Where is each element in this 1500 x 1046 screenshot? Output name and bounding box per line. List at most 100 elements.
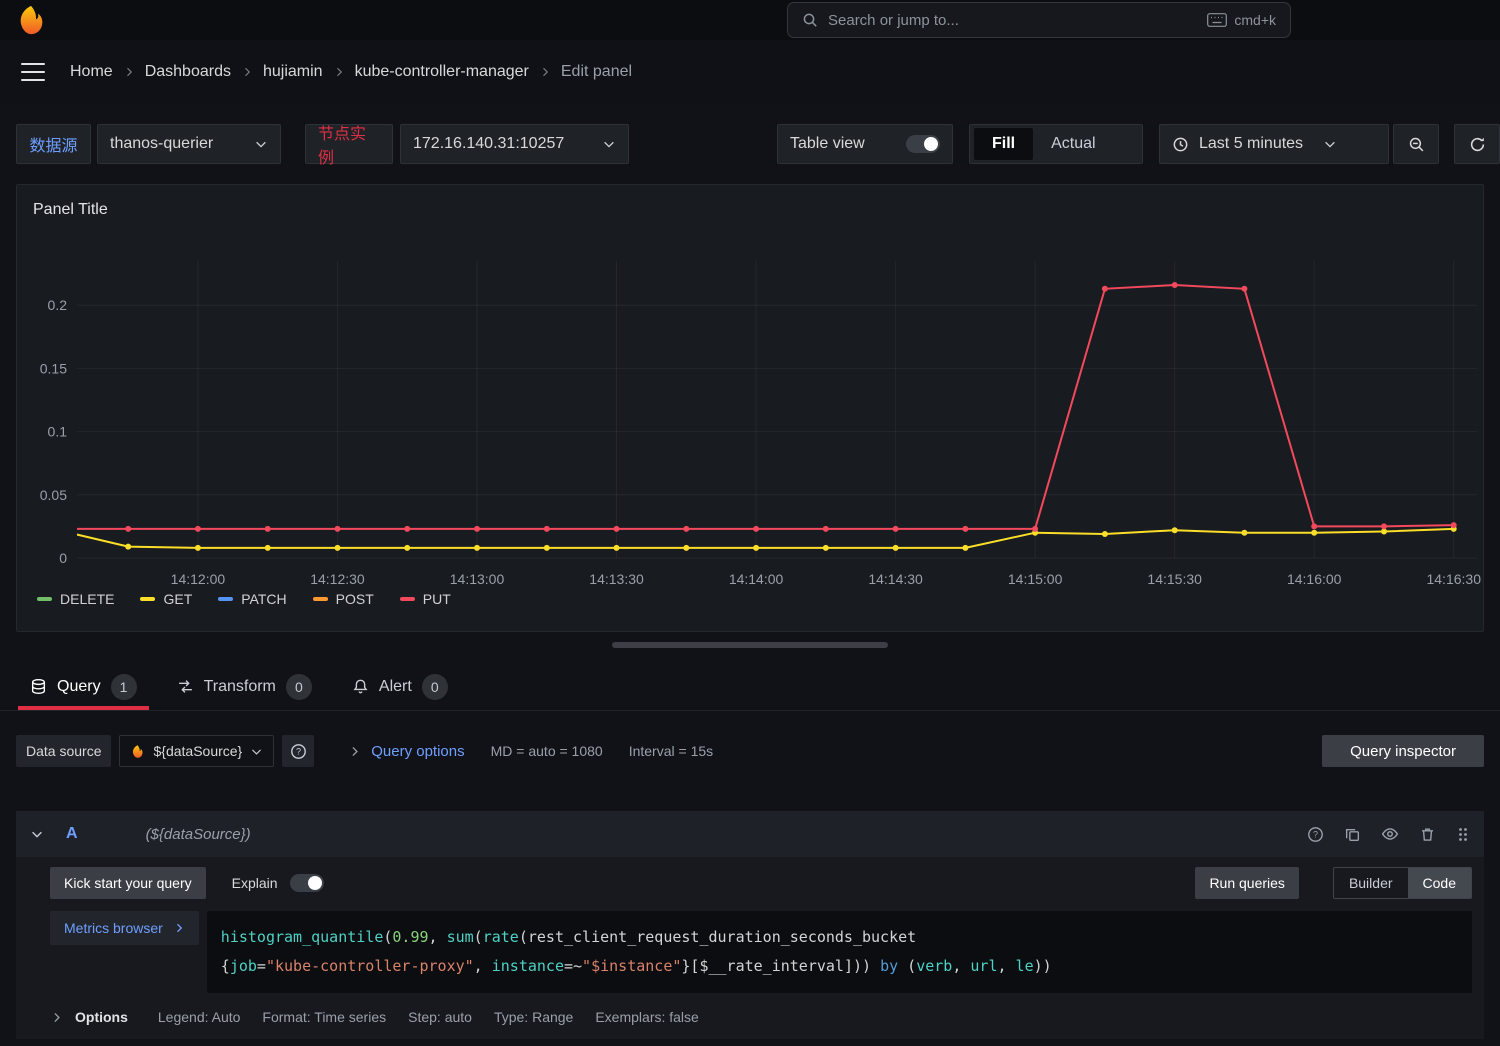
svg-text:14:16:30: 14:16:30 [1426,571,1481,587]
chevron-down-icon [250,745,263,758]
help-circle-icon: ? [290,743,307,760]
query-inspector-button[interactable]: Query inspector [1322,735,1484,767]
refresh-button[interactable] [1454,124,1500,164]
breadcrumb-home[interactable]: Home [70,63,113,81]
data-source-picker[interactable]: ${dataSource} [119,735,274,767]
options-summary-item: Exemplars: false [595,1009,698,1025]
code-option[interactable]: Code [1408,868,1471,898]
options-title[interactable]: Options [75,1009,128,1025]
legend-swatch [400,597,415,601]
actual-option[interactable]: Actual [1033,128,1113,160]
instance-var-label-text: 节点实例 [318,120,380,168]
legend-swatch [37,597,52,601]
svg-text:14:15:00: 14:15:00 [1008,571,1063,587]
explain-toggle[interactable] [290,874,324,892]
menu-icon[interactable] [20,61,46,83]
tab-alert[interactable]: Alert 0 [338,663,462,710]
legend-swatch [218,597,233,601]
legend-label: DELETE [60,591,114,607]
edit-panel-tabs: Query 1 Transform 0 Alert 0 [0,663,1500,711]
breadcrumb-current: Edit panel [561,63,632,81]
query-row-header[interactable]: A (${dataSource}) ? [16,811,1484,857]
panel-title: Panel Title [17,185,1483,221]
query-editor-body: Kick start your query Explain Run querie… [16,857,1484,1039]
time-range-picker[interactable]: Last 5 minutes [1159,124,1389,164]
svg-text:14:14:00: 14:14:00 [729,571,784,587]
grafana-logo-icon[interactable] [14,3,48,37]
query-options-interval: Interval = 15s [629,743,713,759]
instance-var-picker[interactable]: 172.16.140.31:10257 [400,124,629,164]
panel: Panel Title 00.050.10.150.214:12:0014:12… [16,184,1484,632]
search-input[interactable] [828,12,1197,29]
timeseries-chart: 00.050.10.150.214:12:0014:12:3014:13:001… [17,241,1483,589]
legend-item[interactable]: PATCH [218,591,286,607]
panel-resize-handle[interactable] [612,642,888,648]
datasource-help-button[interactable]: ? [282,735,314,767]
clock-icon [1172,136,1189,153]
metrics-browser-button[interactable]: Metrics browser [50,911,199,945]
global-search: cmd+k [787,2,1291,38]
panel-toolbar: 数据源 thanos-querier 节点实例 172.16.140.31:10… [0,124,1500,164]
duplicate-query-icon[interactable] [1344,826,1361,843]
promql-editor[interactable]: histogram_quantile(0.99, sum(rate(rest_c… [207,911,1472,993]
breadcrumb-dashboards[interactable]: Dashboards [145,63,231,81]
tab-transform-label: Transform [204,678,276,696]
refresh-icon [1469,136,1486,153]
svg-text:14:12:30: 14:12:30 [310,571,365,587]
legend-swatch [140,597,155,601]
legend-item[interactable]: PUT [400,591,451,607]
tab-query-count: 1 [111,674,137,700]
chevron-right-icon[interactable] [50,1011,63,1024]
table-view-label: Table view [790,135,865,153]
zoom-out-icon [1408,136,1425,153]
code-line: histogram_quantile(0.99, sum(rate(rest_c… [221,923,1458,952]
chart-legend: DELETE GET PATCH POST PUT [17,591,1483,607]
query-editor-section: A (${dataSource}) ? Kick start your quer… [16,811,1484,1039]
zoom-out-button[interactable] [1393,124,1439,164]
svg-text:14:13:00: 14:13:00 [450,571,505,587]
data-source-label: Data source [16,735,111,767]
delete-query-icon[interactable] [1419,826,1436,843]
svg-text:?: ? [296,746,301,756]
tab-alert-count: 0 [422,674,448,700]
svg-text:?: ? [1313,829,1318,839]
options-summary: Legend: AutoFormat: Time seriesStep: aut… [136,1009,699,1025]
drag-handle-icon[interactable] [1456,826,1470,843]
chevron-right-icon [348,745,361,758]
tab-transform[interactable]: Transform 0 [163,663,326,710]
chevron-down-icon [1323,137,1337,151]
kick-start-button[interactable]: Kick start your query [50,867,206,899]
legend-item[interactable]: DELETE [37,591,114,607]
fill-option[interactable]: Fill [974,128,1033,160]
code-editor-row: Metrics browser histogram_quantile(0.99,… [50,911,1472,993]
query-options-md: MD = auto = 1080 [491,743,603,759]
legend-item[interactable]: GET [140,591,192,607]
svg-text:0.15: 0.15 [40,360,67,376]
query-ref-id: A [66,825,78,843]
options-summary-item: Type: Range [494,1009,573,1025]
editor-toolbar-row: Kick start your query Explain Run querie… [50,867,1472,899]
chevron-down-icon[interactable] [30,827,44,841]
hide-query-icon[interactable] [1381,825,1399,843]
query-options-link[interactable]: Query options [371,743,464,760]
tab-query-label: Query [57,678,101,696]
query-row-actions: ? [1307,825,1470,843]
top-bar: cmd+k [0,0,1500,40]
builder-option[interactable]: Builder [1334,868,1408,898]
transform-icon [177,678,194,695]
breadcrumb-dashboard[interactable]: kube-controller-manager [355,63,529,81]
bell-icon [352,678,369,695]
table-view-toggle[interactable] [906,135,940,153]
tab-query[interactable]: Query 1 [16,663,151,710]
legend-item[interactable]: POST [313,591,374,607]
query-help-icon[interactable]: ? [1307,826,1324,843]
run-queries-button[interactable]: Run queries [1195,867,1299,899]
options-summary-item: Legend: Auto [158,1009,241,1025]
tab-transform-count: 0 [286,674,312,700]
metrics-browser-label: Metrics browser [64,920,163,936]
grafana-flame-icon [130,744,145,759]
breadcrumb-folder[interactable]: hujiamin [263,63,323,81]
svg-text:0.2: 0.2 [48,297,68,313]
datasource-var-picker[interactable]: thanos-querier [97,124,281,164]
options-summary-item: Step: auto [408,1009,472,1025]
